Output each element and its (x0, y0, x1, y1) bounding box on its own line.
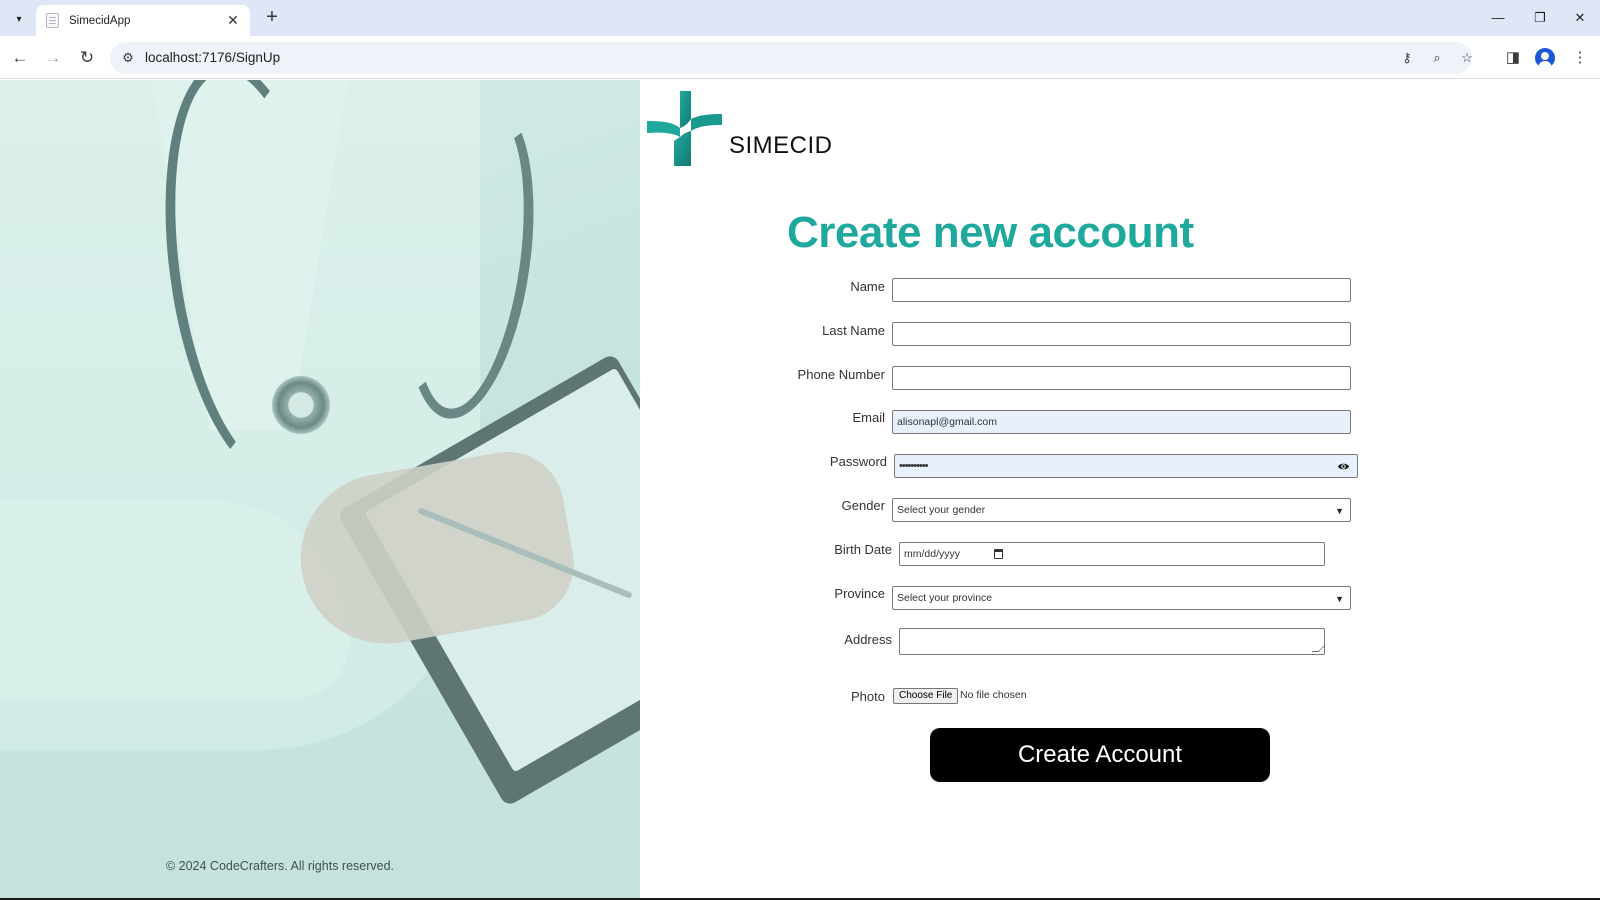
hero-tint-overlay (0, 80, 640, 898)
show-password-eye-icon[interactable] (1337, 460, 1350, 473)
birth-date-placeholder: mm/dd/yyyy (904, 548, 961, 560)
address-bar[interactable]: ⚙ localhost:7176/SignUp ⚷ ⌕ ☆ (110, 42, 1473, 74)
tab-search-icon[interactable]: ▾ (8, 8, 30, 30)
email-label: Email (852, 410, 885, 425)
close-window-button[interactable]: ✕ (1565, 6, 1595, 30)
create-account-button[interactable]: Create Account (930, 728, 1270, 782)
more-menu-icon[interactable]: ⋮ (1566, 44, 1594, 72)
doctor-hero-image: © 2024 CodeCrafters. All rights reserved… (0, 80, 640, 898)
chevron-down-icon: ▼ (1335, 594, 1344, 604)
resize-handle-icon[interactable] (1311, 645, 1326, 652)
province-label: Province (834, 586, 885, 601)
back-arrow-icon[interactable]: ← (6, 44, 34, 72)
province-select[interactable]: Select your province ▼ (892, 586, 1351, 610)
side-panel-icon[interactable]: ◨ (1499, 44, 1527, 72)
address-textarea[interactable] (899, 628, 1326, 655)
signup-page: © 2024 CodeCrafters. All rights reserved… (0, 80, 1600, 898)
bookmark-star-icon[interactable]: ☆ (1456, 48, 1478, 68)
name-input[interactable] (892, 278, 1351, 302)
address-label: Address (844, 632, 892, 647)
last-name-input[interactable] (892, 322, 1351, 346)
file-status-text: No file chosen (960, 689, 1027, 701)
password-value: •••••••••• (899, 460, 928, 472)
copyright-text: © 2024 CodeCrafters. All rights reserved… (165, 859, 395, 873)
calendar-icon[interactable] (994, 549, 1003, 559)
phone-input[interactable] (892, 366, 1351, 390)
gender-select[interactable]: Select your gender ▼ (892, 498, 1351, 522)
tab-title: SimecidApp (69, 14, 131, 27)
gender-selected: Select your gender (897, 504, 986, 516)
password-label: Password (829, 454, 887, 469)
url-text[interactable]: localhost:7176/SignUp (145, 50, 280, 65)
tab-close-icon[interactable]: ✕ (224, 12, 242, 29)
site-info-icon[interactable]: ⚙ (118, 48, 138, 68)
choose-file-button[interactable]: Choose File (893, 688, 959, 704)
browser-tab[interactable]: SimecidApp ✕ (36, 5, 250, 36)
page-favicon-icon (46, 13, 59, 28)
birth-date-label: Birth Date (834, 542, 892, 557)
password-input[interactable]: •••••••••• (894, 454, 1358, 478)
password-key-icon[interactable]: ⚷ (1396, 48, 1418, 68)
simecid-cross-logo-icon (647, 91, 722, 166)
email-value: alisonapl@gmail.com (897, 416, 997, 428)
photo-label: Photo (851, 689, 885, 704)
browser-tab-bar: ▾ SimecidApp ✕ + — ❐ ✕ (0, 0, 1600, 36)
profile-avatar-icon[interactable] (1535, 48, 1555, 68)
browser-toolbar: ← → ↻ ⚙ localhost:7176/SignUp ⚷ ⌕ ☆ ◨ ⋮ (0, 36, 1600, 79)
name-label: Name (850, 279, 885, 294)
brand-name: SIMECID (729, 132, 833, 159)
email-input[interactable]: alisonapl@gmail.com (892, 410, 1351, 434)
province-selected: Select your province (897, 592, 993, 604)
birth-date-input[interactable]: mm/dd/yyyy (899, 542, 1325, 566)
phone-label: Phone Number (797, 367, 885, 382)
page-title: Create new account (787, 208, 1194, 257)
new-tab-button[interactable]: + (260, 6, 284, 30)
forward-arrow-icon[interactable]: → (39, 44, 67, 72)
chevron-down-icon: ▼ (1335, 506, 1344, 516)
last-name-label: Last Name (822, 323, 885, 338)
zoom-icon[interactable]: ⌕ (1426, 48, 1448, 68)
reload-icon[interactable]: ↻ (73, 44, 101, 72)
restore-button[interactable]: ❐ (1525, 6, 1555, 30)
gender-label: Gender (841, 498, 885, 513)
minimize-button[interactable]: — (1483, 6, 1513, 30)
